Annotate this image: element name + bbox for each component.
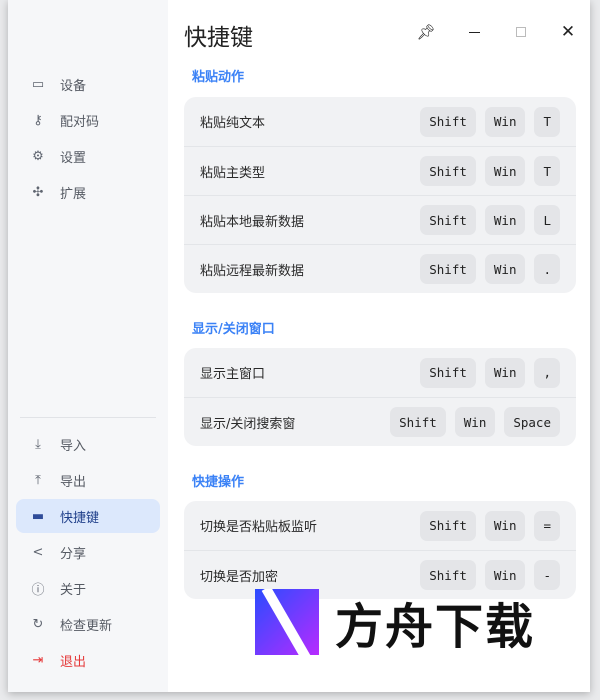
keyboard-icon: ▬ xyxy=(31,508,45,524)
label: 退出 xyxy=(60,654,87,670)
label: 设置 xyxy=(60,150,87,166)
key-badge[interactable]: Win xyxy=(484,560,526,590)
logo-mark xyxy=(255,589,319,655)
maximize-button[interactable] xyxy=(511,22,531,42)
shortcut-card: 粘贴纯文本 Shift Win T 粘贴主类型 Shift Win T 粘贴本地最新数据 Shif… xyxy=(184,97,576,293)
key-badge[interactable]: Shift xyxy=(420,510,476,541)
label: 导入 xyxy=(60,438,87,454)
sidebar-item-check-update[interactable]: ↻ 检查更新 xyxy=(16,607,160,641)
minimize-button[interactable] xyxy=(464,22,484,42)
key-badge[interactable]: = xyxy=(534,510,560,541)
key-badge[interactable]: - xyxy=(534,560,560,590)
sidebar-item-extensions[interactable]: ✣ 扩展 xyxy=(16,175,160,209)
key-badge[interactable]: Win xyxy=(484,205,526,235)
key-badge[interactable]: Shift xyxy=(420,106,476,137)
shortcut-card: 切换是否粘贴板监听 Shift Win = 切换是否加密 Shift Win - xyxy=(184,501,576,599)
sidebar: ▭ 设备 ⚷ 配对码 ⚙ 设置 ✣ 扩展 ⤓ 导入 ⤒ 导出 ▬ 快捷键 < 分享 ⓘ 关于 ↻ 检… xyxy=(8,0,168,692)
section-title: 粘贴动作 xyxy=(192,70,245,85)
key-badge[interactable]: . xyxy=(534,254,560,284)
watermark-text: 方舟下载 xyxy=(335,599,536,655)
key-badge[interactable]: Shift xyxy=(420,254,476,284)
shortcut-row[interactable]: 粘贴主类型 Shift Win T xyxy=(184,146,576,195)
label: 分享 xyxy=(60,546,87,562)
key-badge[interactable]: T xyxy=(534,106,560,137)
shortcut-row[interactable]: 粘贴本地最新数据 Shift Win L xyxy=(184,195,576,244)
sidebar-item-logout[interactable]: ⇥ 退出 xyxy=(16,643,160,677)
key-badge[interactable]: Win xyxy=(484,357,526,388)
label: 设备 xyxy=(60,78,87,94)
shortcut-row[interactable]: 显示主窗口 Shift Win, xyxy=(184,348,576,397)
label: 快捷键 xyxy=(60,510,100,526)
key-badge[interactable]: Shift xyxy=(420,560,476,590)
sidebar-bottom-nav: ⤓ 导入 ⤒ 导出 ▬ 快捷键 < 分享 ⓘ 关于 ↻ 检查更新 ⇥ 退出 xyxy=(16,427,160,679)
close-button[interactable]: ✕ xyxy=(558,22,578,42)
puzzle-icon: ✣ xyxy=(32,184,44,200)
key-badge[interactable]: Win xyxy=(484,156,526,186)
download-icon: ⤓ xyxy=(35,436,41,452)
key-badge[interactable]: Space xyxy=(504,407,560,437)
label: 扩展 xyxy=(60,186,87,202)
key-badge[interactable]: L xyxy=(534,205,560,235)
shortcut-label: 粘贴纯文本 xyxy=(200,116,266,131)
shortcut-label: 粘贴远程最新数据 xyxy=(200,263,305,279)
logout-icon: ⇥ xyxy=(32,652,44,668)
page-title: 快捷键 xyxy=(184,25,253,51)
label: 配对码 xyxy=(60,114,100,130)
key-badge[interactable]: Win xyxy=(484,510,526,541)
sidebar-item-devices[interactable]: ▭ 设备 xyxy=(16,67,160,101)
key-badge[interactable]: Win xyxy=(484,106,526,137)
key-badge[interactable]: Shift xyxy=(420,357,476,388)
shortcut-row[interactable]: 粘贴远程最新数据 Shift Win. xyxy=(184,244,576,293)
section-title: 显示/关闭窗口 xyxy=(192,322,275,337)
sidebar-item-import[interactable]: ⤓ 导入 xyxy=(16,427,160,461)
sidebar-item-pair-code[interactable]: ⚷ 配对码 xyxy=(16,103,160,137)
shortcut-label: 切换是否加密 xyxy=(200,569,279,585)
watermark-logo: 方舟下载 xyxy=(255,587,535,657)
label: 关于 xyxy=(60,582,87,598)
shortcut-label: 粘贴主类型 xyxy=(200,165,266,181)
share-icon: < xyxy=(32,544,44,560)
upload-icon: ⤒ xyxy=(35,472,41,488)
shortcut-label: 切换是否粘贴板监听 xyxy=(200,520,318,535)
sidebar-item-share[interactable]: < 分享 xyxy=(16,535,160,569)
shortcut-row[interactable]: 显示/关闭搜索窗 Shift Win Space xyxy=(184,397,576,446)
sidebar-item-settings[interactable]: ⚙ 设置 xyxy=(16,139,160,173)
key-icon: ⚷ xyxy=(33,112,43,128)
devices-icon: ▭ xyxy=(31,76,45,92)
label: 检查更新 xyxy=(60,618,113,634)
key-badge[interactable]: Shift xyxy=(420,205,476,235)
sidebar-item-shortcuts[interactable]: ▬ 快捷键 xyxy=(16,499,160,533)
shortcut-label: 显示/关闭搜索窗 xyxy=(200,416,296,432)
shortcut-label: 显示主窗口 xyxy=(200,367,266,382)
shortcut-card: 显示主窗口 Shift Win, 显示/关闭搜索窗 Shift Win Space xyxy=(184,348,576,446)
key-badge[interactable]: Shift xyxy=(390,407,446,437)
sidebar-item-export[interactable]: ⤒ 导出 xyxy=(16,463,160,497)
gear-icon: ⚙ xyxy=(32,148,44,164)
section-title: 快捷操作 xyxy=(192,475,245,490)
shortcut-row[interactable]: 粘贴纯文本 Shift Win T xyxy=(184,97,576,146)
key-badge[interactable]: Win xyxy=(484,254,526,284)
key-badge[interactable]: Shift xyxy=(420,156,476,186)
key-badge[interactable]: Win xyxy=(454,407,496,437)
sidebar-top-nav: ▭ 设备 ⚷ 配对码 ⚙ 设置 ✣ 扩展 xyxy=(16,67,160,211)
info-icon: ⓘ xyxy=(31,582,45,598)
sidebar-item-about[interactable]: ⓘ 关于 xyxy=(16,571,160,605)
pin-icon[interactable]: 📌︎ xyxy=(416,22,436,42)
key-badge[interactable]: , xyxy=(534,357,560,388)
refresh-icon: ↻ xyxy=(32,616,44,632)
shortcut-row[interactable]: 切换是否粘贴板监听 Shift Win = xyxy=(184,501,576,550)
sidebar-divider xyxy=(20,417,156,418)
key-badge[interactable]: T xyxy=(534,156,560,186)
shortcut-label: 粘贴本地最新数据 xyxy=(200,214,305,230)
label: 导出 xyxy=(60,474,87,490)
